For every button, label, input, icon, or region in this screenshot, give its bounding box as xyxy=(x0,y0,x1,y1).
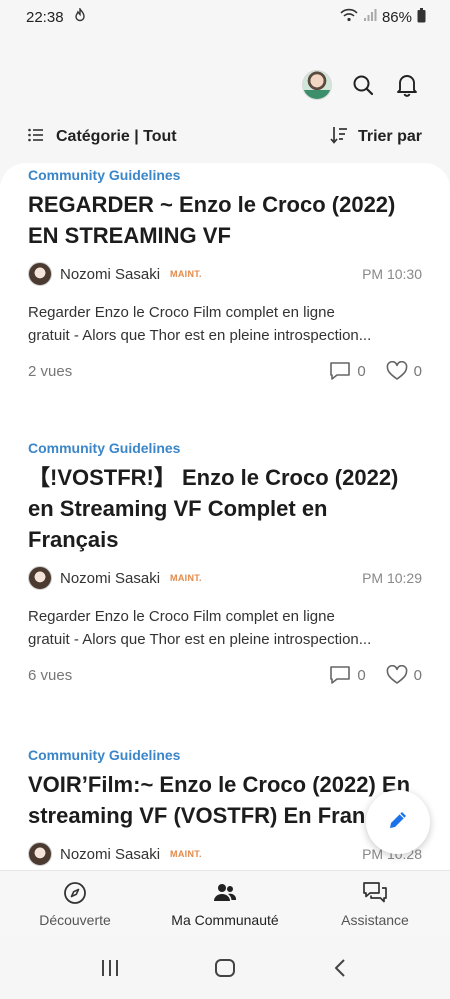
sort-icon xyxy=(330,126,348,149)
comment-icon[interactable] xyxy=(329,665,351,685)
battery-icon xyxy=(417,7,426,27)
post-stats: 2 vues 0 0 xyxy=(28,359,422,383)
role-badge: MAINT. xyxy=(170,849,202,859)
header-actions xyxy=(302,70,420,100)
bottom-navigation: Découverte Ma Communauté Assistance xyxy=(0,870,450,936)
search-icon[interactable] xyxy=(350,72,376,98)
post-excerpt: Regarder Enzo le Croco Film complet en l… xyxy=(28,304,335,321)
nav-my-community[interactable]: Ma Communauté xyxy=(150,871,300,936)
comment-icon[interactable] xyxy=(329,361,351,381)
post-category[interactable]: Community Guidelines xyxy=(28,167,422,183)
reaction-counters: 0 0 xyxy=(329,665,422,685)
filter-row: Catégorie | Tout Trier par xyxy=(28,122,422,152)
battery-percentage: 86% xyxy=(381,8,412,26)
nav-my-community-label: Ma Communauté xyxy=(171,911,279,928)
post-card[interactable]: Community Guidelines VOIR’Film:~ Enzo le… xyxy=(28,747,422,867)
post-category[interactable]: Community Guidelines xyxy=(28,440,422,456)
post-excerpt-continued: gratuit - Alors que Thor est en pleine i… xyxy=(28,327,372,344)
write-post-button[interactable] xyxy=(366,790,430,854)
like-count: 0 xyxy=(413,666,422,684)
home-icon[interactable] xyxy=(205,948,245,988)
sort-label: Trier par xyxy=(357,128,422,145)
like-count: 0 xyxy=(413,362,422,380)
post-card[interactable]: Community Guidelines 【!VOSTFR!】 Enzo le … xyxy=(28,440,422,687)
role-badge: MAINT. xyxy=(170,573,202,583)
author-avatar[interactable] xyxy=(28,842,52,866)
nav-discover-label: Découverte xyxy=(39,911,111,928)
post-title[interactable]: 【!VOSTFR!】 Enzo le Croco (2022) en Strea… xyxy=(28,462,422,555)
nav-support[interactable]: Assistance xyxy=(300,871,450,936)
status-time: 22:38 xyxy=(26,8,64,26)
author-name[interactable]: Nozomi Sasaki xyxy=(60,570,160,587)
back-icon[interactable] xyxy=(320,948,360,988)
people-icon xyxy=(213,880,237,906)
flame-icon xyxy=(74,6,86,26)
sort-button[interactable]: Trier par xyxy=(330,126,422,149)
author-avatar[interactable] xyxy=(28,262,52,286)
compass-icon xyxy=(63,880,87,906)
role-badge: MAINT. xyxy=(170,269,202,279)
status-bar: 22:38 86% xyxy=(0,0,450,34)
nav-support-label: Assistance xyxy=(341,911,409,928)
post-excerpt: Regarder Enzo le Croco Film complet en l… xyxy=(28,608,335,625)
category-filter-button[interactable]: Catégorie | Tout xyxy=(28,128,177,147)
post-excerpt-continued: gratuit - Alors que Thor est en pleine i… xyxy=(28,631,372,648)
chat-bubbles-icon xyxy=(362,880,388,906)
view-count: 2 vues xyxy=(28,362,73,380)
status-left: 22:38 xyxy=(26,6,86,26)
post-time: PM 10:29 xyxy=(362,570,422,586)
post-category[interactable]: Community Guidelines xyxy=(28,747,422,763)
comment-count: 0 xyxy=(357,362,366,380)
signal-icon xyxy=(363,8,377,26)
list-icon xyxy=(28,128,44,147)
author-name[interactable]: Nozomi Sasaki xyxy=(60,266,160,283)
view-count: 6 vues xyxy=(28,666,73,684)
post-stats: 6 vues 0 0 xyxy=(28,663,422,687)
nav-discover[interactable]: Découverte xyxy=(0,871,150,936)
author-row: Nozomi Sasaki MAINT. PM 10:30 xyxy=(28,261,422,287)
recent-apps-icon[interactable] xyxy=(90,948,130,988)
post-time: PM 10:30 xyxy=(362,266,422,282)
status-right: 86% xyxy=(340,7,426,27)
category-filter-label: Catégorie | Tout xyxy=(56,128,177,145)
bell-icon[interactable] xyxy=(394,72,420,98)
author-name[interactable]: Nozomi Sasaki xyxy=(60,846,160,863)
post-feed: Community Guidelines REGARDER ~ Enzo le … xyxy=(0,163,450,870)
heart-icon[interactable] xyxy=(386,361,408,381)
post-title[interactable]: REGARDER ~ Enzo le Croco (2022) EN STREA… xyxy=(28,189,422,251)
author-row: Nozomi Sasaki MAINT. PM 10:28 xyxy=(28,841,422,867)
post-title-text: VOIR’Film:~ Enzo le Croco (2022) En stre… xyxy=(28,772,411,828)
wifi-icon xyxy=(340,8,358,26)
screen: 22:38 86% Catégorie | Tout Trier par Com… xyxy=(0,0,450,999)
heart-icon[interactable] xyxy=(386,665,408,685)
system-navigation-bar xyxy=(0,936,450,999)
avatar[interactable] xyxy=(302,70,332,100)
author-row: Nozomi Sasaki MAINT. PM 10:29 xyxy=(28,565,422,591)
comment-count: 0 xyxy=(357,666,366,684)
pencil-icon xyxy=(386,808,410,837)
post-card[interactable]: Community Guidelines REGARDER ~ Enzo le … xyxy=(28,167,422,383)
author-avatar[interactable] xyxy=(28,566,52,590)
reaction-counters: 0 0 xyxy=(329,361,422,381)
post-title[interactable]: VOIR’Film:~ Enzo le Croco (2022) En stre… xyxy=(28,769,422,831)
